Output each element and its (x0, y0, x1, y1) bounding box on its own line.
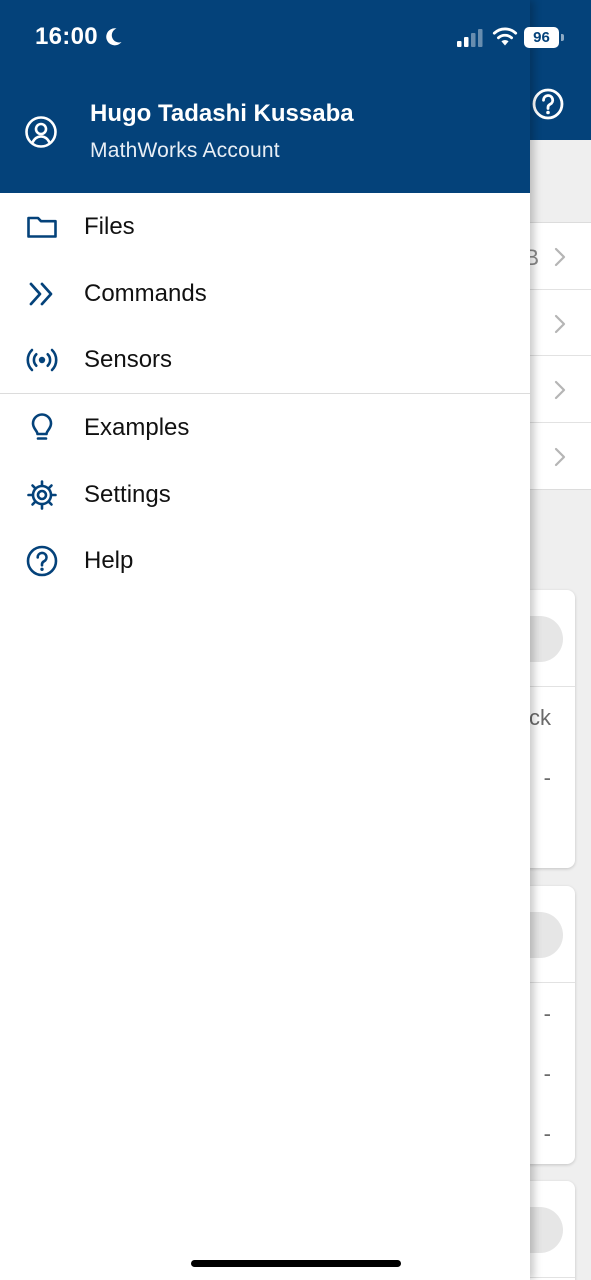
menu-item-label: Examples (84, 414, 190, 442)
double-chevron-right-icon (29, 282, 53, 306)
gear-icon (27, 479, 57, 510)
card-text: - (543, 1121, 551, 1146)
menu-item-files[interactable]: Files (0, 193, 530, 260)
status-bar: 16:00 96 (0, 0, 591, 76)
battery-level: 96 (524, 27, 559, 48)
menu-item-label: Sensors (84, 346, 173, 374)
navigation-drawer: Hugo Tadashi Kussaba MathWorks Account F… (0, 0, 530, 1280)
chevron-right-icon (554, 447, 566, 466)
card-text: - (543, 765, 551, 790)
account-subtitle[interactable]: MathWorks Account (90, 139, 280, 163)
lightbulb-icon (31, 413, 53, 440)
help-icon[interactable] (531, 87, 565, 121)
menu-item-settings[interactable]: Settings (0, 461, 530, 528)
menu-item-label: Help (84, 547, 134, 575)
chevron-right-icon (554, 314, 566, 333)
chevron-right-icon (554, 247, 566, 267)
account-name[interactable]: Hugo Tadashi Kussaba (90, 100, 354, 128)
chevron-right-icon (554, 380, 566, 400)
screen: B ck - - - - Hugo Tadashi Kussaba MathWo… (0, 0, 591, 1280)
broadcast-icon (26, 349, 58, 372)
cellular-signal-icon (457, 29, 483, 47)
menu-item-label: Commands (84, 279, 207, 307)
moon-icon (106, 28, 122, 46)
menu-item-label: Files (84, 213, 135, 240)
menu-item-help[interactable]: Help (0, 527, 530, 594)
menu-item-label: Settings (84, 480, 171, 508)
card-text: - (543, 1061, 551, 1086)
menu-item-examples[interactable]: Examples (0, 394, 530, 461)
menu-group-secondary: Examples Settings Help (0, 394, 530, 594)
home-indicator[interactable] (191, 1260, 401, 1267)
status-time: 16:00 (35, 23, 98, 50)
menu-item-commands[interactable]: Commands (0, 260, 530, 327)
card-text: - (543, 1001, 551, 1026)
battery-cap (561, 34, 564, 41)
account-circle-icon[interactable] (24, 115, 58, 149)
menu-item-sensors[interactable]: Sensors (0, 326, 530, 393)
folder-icon (27, 216, 57, 238)
help-circle-icon (26, 546, 58, 577)
battery-icon: 96 (524, 27, 564, 48)
menu-group-primary: Files Commands Sensors (0, 193, 530, 395)
wifi-icon (492, 27, 518, 46)
card-text: ck (529, 705, 551, 730)
